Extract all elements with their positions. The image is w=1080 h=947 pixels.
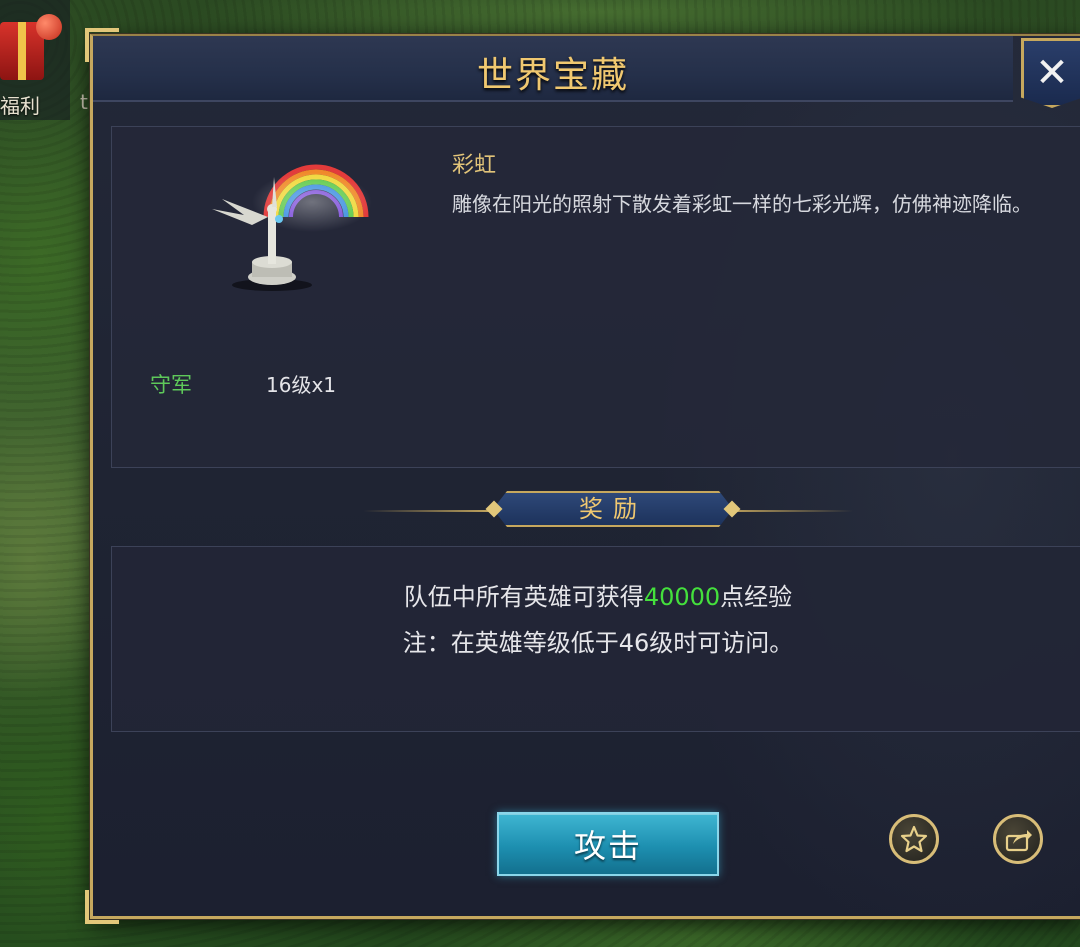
reward-header: 奖励	[363, 491, 853, 531]
attack-button[interactable]: 攻击	[497, 812, 719, 876]
divider-line	[363, 510, 493, 512]
close-button[interactable]: ✕	[1021, 38, 1080, 108]
dialog-title-bar: 世界宝藏	[93, 36, 1013, 102]
treasure-info-panel: 彩虹 雕像在阳光的照射下散发着彩虹一样的七彩光辉，仿佛神迹降临。 守军 16级x…	[111, 126, 1080, 468]
game-screen: 福利 t 世界宝藏 ✕ 彩虹 雕像在阳光的照射下散发着彩虹一样的七彩光辉，仿佛神…	[0, 0, 1080, 947]
hud-secondary-label: t	[80, 90, 88, 114]
treasure-description: 雕像在阳光的照射下散发着彩虹一样的七彩光辉，仿佛神迹降临。	[452, 192, 1032, 216]
reward-plate: 奖励	[493, 491, 733, 527]
reward-note: 注：在英雄等级低于46级时可访问。	[402, 629, 794, 657]
reward-prefix: 队伍中所有英雄可获得	[403, 583, 644, 611]
close-icon: ✕	[1035, 50, 1069, 96]
attack-button-label: 攻击	[573, 827, 642, 865]
welfare-hud-button[interactable]: 福利	[0, 0, 70, 120]
reward-description: 队伍中所有英雄可获得40000点经验	[112, 577, 1080, 612]
world-treasure-dialog: 世界宝藏 ✕ 彩虹 雕像在阳光的照射下散发着彩虹一样的七彩光辉，仿佛神迹降临。 …	[85, 28, 1080, 924]
rainbow-statue-image	[212, 164, 372, 291]
share-button[interactable]	[993, 814, 1043, 864]
dialog-title: 世界宝藏	[476, 55, 629, 96]
reward-exp-amount: 40000	[643, 583, 721, 611]
welfare-label: 福利	[0, 94, 40, 118]
frame-corner-ornament	[85, 890, 119, 924]
reward-header-label: 奖励	[579, 495, 647, 523]
divider-line	[723, 510, 853, 512]
treasure-name: 彩虹	[452, 153, 497, 178]
notification-dot-icon	[36, 14, 62, 40]
favorite-button[interactable]	[889, 814, 939, 864]
star-icon	[900, 825, 928, 853]
reward-panel: 队伍中所有英雄可获得40000点经验 注：在英雄等级低于46级时可访问。	[111, 546, 1080, 732]
guard-value: 16级x1	[266, 373, 337, 397]
share-icon	[1005, 830, 1032, 852]
guard-label: 守军	[150, 373, 192, 397]
reward-suffix: 点经验	[720, 583, 793, 611]
